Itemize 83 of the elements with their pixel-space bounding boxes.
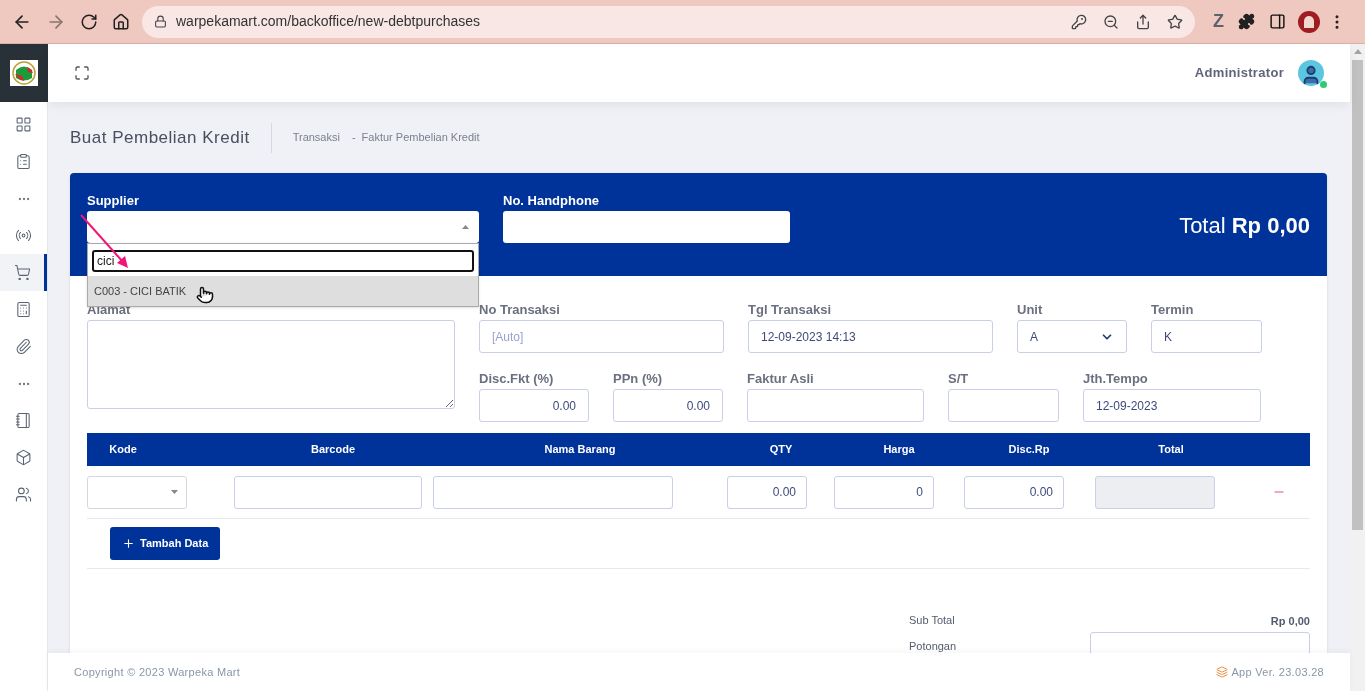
home-icon[interactable] [112,12,130,31]
input-field[interactable]: 0.00 [727,475,807,509]
field-label: No Transaksi [479,302,561,318]
broadcast-icon [15,227,32,244]
field-label: No. Handphone [503,193,601,209]
field-label: S/T [948,371,970,387]
notebook-icon [15,412,32,429]
users-icon [15,486,32,503]
scroll-thumb[interactable] [1352,60,1363,530]
phone-field[interactable] [503,211,790,243]
plus-icon [122,537,135,550]
url-text: warpekamart.com/backoffice/new-debtpurchases [176,12,480,31]
extension-button[interactable]: Z [1213,8,1224,35]
input-field[interactable] [747,389,924,422]
paperclip-icon [15,338,32,355]
field-label: Unit [1017,302,1044,318]
lock-icon [154,15,167,28]
grid-icon [15,116,32,133]
field-label: Disc.Fkt (%) [479,371,555,387]
breadcrumb-current: Faktur Pembelian Kredit [361,130,480,146]
zoom-out-icon[interactable] [1103,13,1119,30]
copyright-text: Copyright © 2023 Warpeka Mart [74,664,241,680]
add-data-button[interactable]: Tambah Data [110,527,221,560]
share-icon[interactable] [1135,13,1151,30]
clipboard-icon [15,153,32,170]
column-header: Harga [882,442,916,458]
reload-icon[interactable] [80,12,98,31]
input-field[interactable] [433,475,673,509]
input-field[interactable]: 0.00 [613,389,723,422]
field-label: Jth.Tempo [1083,371,1149,387]
address-field[interactable] [87,320,455,409]
cart-icon [13,264,31,281]
column-header: QTY [768,442,794,458]
input-field[interactable]: 12-09-2023 [1083,389,1261,422]
input-field[interactable] [948,389,1059,422]
puzzle-icon[interactable] [1238,13,1255,30]
summary-label: Potongan [909,639,958,653]
summary-label: Sub Total [909,613,956,627]
input-field[interactable]: 12-09-2023 14:13 [748,320,993,353]
input-field[interactable] [234,475,422,509]
summary-value: Rp 0,00 [1270,614,1310,627]
fullscreen-icon[interactable] [74,65,90,81]
box-icon [15,449,32,466]
column-header: Total [1157,442,1185,458]
side-panel-icon[interactable] [1269,13,1286,30]
breadcrumb-link[interactable]: Transaksi [292,129,340,146]
input-field[interactable]: 0.00 [964,475,1064,509]
key-icon[interactable] [1071,13,1087,30]
scrollbar[interactable] [1350,44,1365,691]
version-text: App Ver. 23.03.28 [1231,664,1324,680]
caret-up-icon [462,225,469,229]
input-field[interactable]: 0.00 [479,389,589,422]
input-field[interactable]: K [1151,320,1262,353]
address-bar[interactable]: warpekamart.com/backoffice/new-debtpurchases [142,5,1195,38]
input-field[interactable]: [Auto] [479,320,724,353]
logo-icon [9,60,38,86]
search-field[interactable]: cici [92,250,474,272]
total-amount: Total Rp 0,00 [1179,212,1310,240]
field-label: Tgl Transaksi [748,302,833,318]
unit-select[interactable]: A [1017,320,1127,353]
column-header: Barcode [310,442,356,458]
user-avatar[interactable] [1298,60,1324,86]
column-header: Nama Barang [543,442,617,458]
scroll-up-icon[interactable] [1353,49,1362,54]
annotation-arrow [80,214,130,269]
caret-down-icon [171,490,178,494]
user-name[interactable]: Administrator [1194,63,1284,83]
breadcrumb-separator: - [351,130,356,146]
page-title: Buat Pembelian Kredit [70,126,250,149]
column-header: Disc.Rp [1007,442,1051,458]
field-label: Termin [1151,302,1195,318]
sidebar-item[interactable] [0,254,47,291]
star-icon[interactable] [1167,13,1183,30]
input-field[interactable]: 0 [834,475,934,509]
layers-icon [1216,666,1229,678]
column-header: Kode [108,442,138,458]
hand-cursor-icon [196,286,214,304]
field-label: PPn (%) [613,371,664,387]
dropdown-option[interactable]: C003 - CICI BATIK [88,276,478,306]
field-label: Supplier [87,193,140,209]
profile-avatar[interactable] [1298,10,1320,33]
calculator-icon [15,301,32,318]
field-label: Faktur Asli [747,371,815,387]
